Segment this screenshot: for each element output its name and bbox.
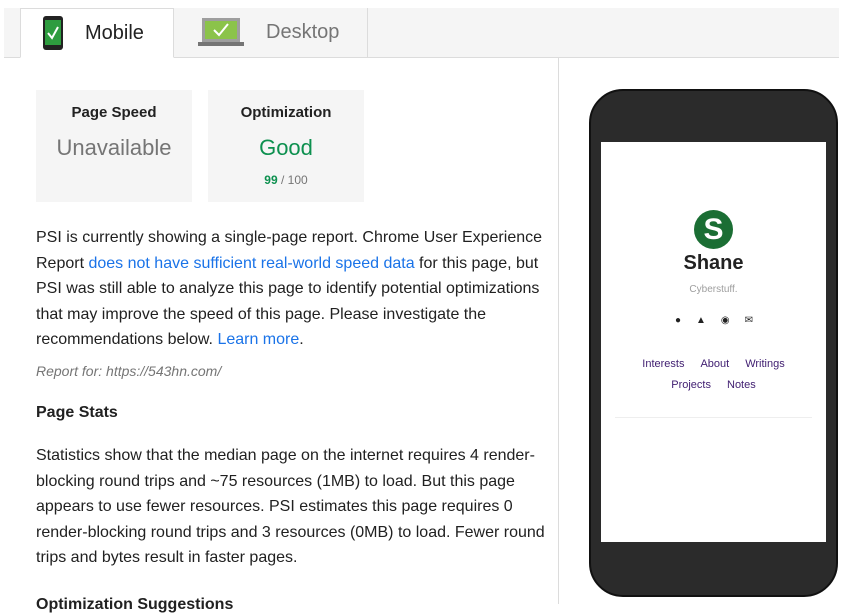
intro-text-3: .: [299, 331, 304, 348]
preview-nav-about: About: [700, 358, 730, 370]
preview-nav-interests: Interests: [642, 358, 685, 370]
site-tagline: Cyberstuff.: [689, 284, 738, 295]
device-tabbar: Mobile Desktop: [4, 8, 839, 58]
page-speed-value: Unavailable: [56, 135, 172, 160]
page-stats-paragraph: Statistics show that the median page on …: [36, 447, 545, 566]
page-stats-heading: Page Stats: [36, 404, 118, 421]
optimization-value: Good: [259, 135, 313, 160]
optimization-suggestions-heading: Optimization Suggestions: [36, 596, 234, 613]
reddit-icon: ◉: [720, 315, 730, 326]
optimization-card: Optimization Good 99 / 100: [208, 90, 364, 202]
optimization-score-suffix: / 100: [277, 173, 308, 187]
mobile-preview-screen: S Shane Cyberstuff. ● ▲ ◉ ✉ Interests Abo…: [601, 142, 826, 542]
report-for: Report for: https://543hn.com/: [36, 363, 222, 379]
optimization-title: Optimization: [240, 104, 332, 121]
tab-desktop-label: Desktop: [266, 21, 340, 43]
email-icon: ✉: [744, 315, 753, 326]
github-icon: ●: [675, 315, 682, 326]
preview-nav-notes: Notes: [727, 379, 756, 391]
preview-nav-writings: Writings: [745, 358, 785, 370]
crux-data-link[interactable]: does not have sufficient real-world spee…: [88, 255, 414, 272]
preview-nav-projects: Projects: [671, 379, 711, 391]
preview-divider: [615, 417, 812, 418]
intro-paragraph: PSI is currently showing a single-page r…: [36, 225, 548, 353]
tab-mobile[interactable]: Mobile: [20, 8, 174, 58]
desktop-check-icon: [198, 17, 244, 46]
tab-desktop[interactable]: Desktop: [174, 8, 368, 57]
page-speed-title: Page Speed: [71, 104, 157, 121]
site-name: Shane: [683, 252, 744, 274]
preview-nav-row-2: Projects Notes: [601, 379, 826, 391]
optimization-score: 99 / 100: [208, 173, 364, 187]
optimization-score-number: 99: [264, 173, 278, 187]
site-logo: S: [694, 210, 733, 249]
mobile-check-icon: [43, 16, 63, 50]
gitlab-icon: ▲: [696, 315, 706, 326]
social-links: ● ▲ ◉ ✉: [675, 315, 753, 326]
learn-more-link[interactable]: Learn more: [217, 331, 299, 348]
page-speed-card: Page Speed Unavailable: [36, 90, 192, 202]
tab-mobile-label: Mobile: [85, 21, 144, 44]
column-divider: [558, 58, 559, 604]
preview-nav-row-1: Interests About Writings: [601, 358, 826, 370]
